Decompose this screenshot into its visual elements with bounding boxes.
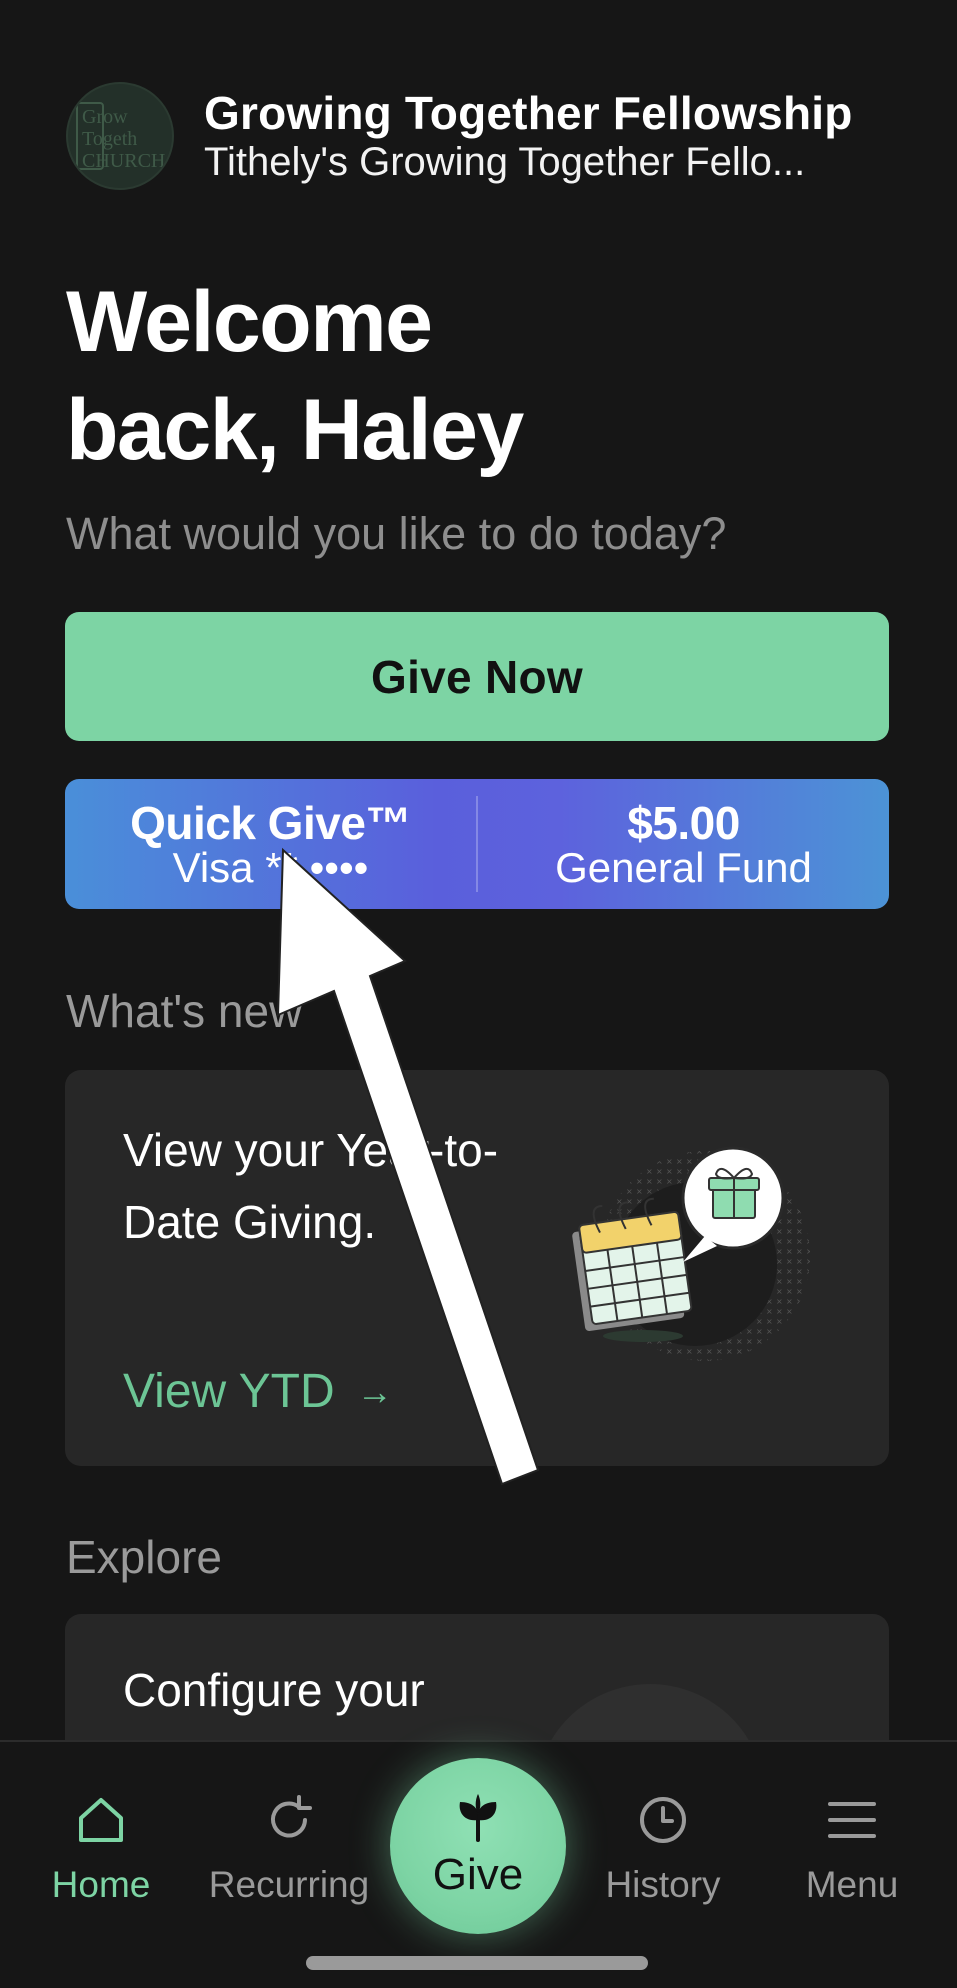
arrow-right-icon: →	[356, 1370, 393, 1412]
welcome-subtitle: What would you like to do today?	[66, 508, 727, 559]
history-icon	[640, 1797, 686, 1843]
tab-recurring[interactable]: Recurring	[194, 1792, 384, 1906]
calendar-gift-illustration: ×	[572, 1146, 810, 1361]
bottom-tab-bar: Home Recurring Give History Menu	[0, 1740, 957, 1988]
welcome-title: Welcome back, Haley	[66, 268, 766, 484]
app-screen: Grow Togeth CHURCH Growing Together Fell…	[0, 0, 957, 1988]
home-indicator[interactable]	[306, 1956, 648, 1970]
tab-home-label: Home	[51, 1864, 151, 1905]
quick-give-button[interactable]: Quick Give™ Visa ** •••• $5.00 General F…	[65, 779, 889, 909]
whats-new-heading: What's new	[66, 985, 303, 1037]
give-now-button[interactable]: Give Now	[65, 612, 889, 741]
quick-give-amount-section[interactable]: $5.00 General Fund	[478, 779, 889, 909]
explore-heading: Explore	[66, 1531, 222, 1583]
quick-give-amount: $5.00	[627, 797, 740, 849]
menu-icon	[828, 1802, 876, 1838]
tab-history-label: History	[605, 1864, 721, 1905]
welcome-line-1: Welcome	[66, 274, 433, 370]
view-ytd-link[interactable]: View YTD →	[123, 1364, 393, 1419]
church-text: Growing Together Fellowship Tithely's Gr…	[204, 87, 853, 185]
quick-give-title: Quick Give™	[130, 797, 411, 849]
quick-give-card-label: Visa ** ••••	[172, 844, 369, 891]
quick-give-fund: General Fund	[555, 844, 812, 891]
tab-history[interactable]: History	[568, 1792, 758, 1906]
tab-menu-label: Menu	[805, 1864, 899, 1905]
tab-home[interactable]: Home	[6, 1792, 196, 1906]
sprout-icon	[459, 1794, 497, 1842]
explore-card-text: Configure your	[123, 1664, 425, 1716]
ytd-card-text: View your Year-to-Date Giving.	[123, 1124, 499, 1248]
tab-menu[interactable]: Menu	[757, 1792, 947, 1906]
tab-give-label: Give	[432, 1850, 524, 1899]
home-icon	[79, 1798, 123, 1842]
recurring-icon	[271, 1795, 312, 1838]
church-header[interactable]: Grow Togeth CHURCH Growing Together Fell…	[66, 82, 853, 190]
quick-give-method[interactable]: Quick Give™ Visa ** ••••	[65, 779, 476, 909]
ytd-card[interactable]: View your Year-to-Date Giving. View YTD …	[65, 1070, 889, 1466]
church-subtitle: Tithely's Growing Together Fello...	[204, 140, 806, 184]
church-name: Growing Together Fellowship	[204, 87, 853, 139]
logo-text: Grow Togeth CHURCH	[82, 106, 166, 172]
tab-recurring-label: Recurring	[208, 1864, 370, 1905]
view-ytd-label: View YTD	[123, 1365, 335, 1418]
welcome-line-2: back, Haley	[66, 382, 524, 478]
church-logo: Grow Togeth CHURCH	[66, 82, 174, 190]
give-button[interactable]: Give	[390, 1758, 566, 1934]
